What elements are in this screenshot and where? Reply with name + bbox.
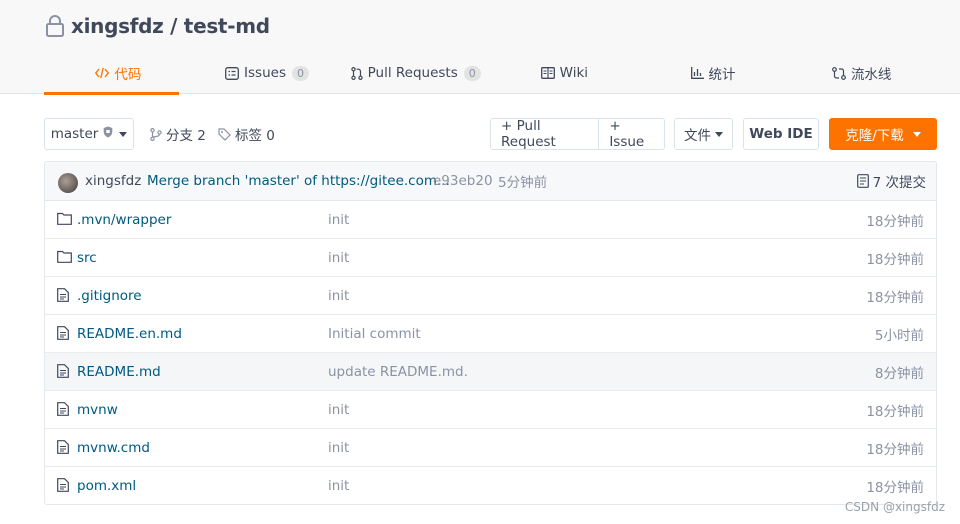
file-row: mvnw.cmd init 18分钟前 [45, 429, 936, 467]
branch-select[interactable]: master [44, 118, 134, 150]
file-commit-message[interactable]: init [328, 440, 349, 456]
file-icon [57, 440, 69, 454]
file-row: .gitignore init 18分钟前 [45, 277, 936, 315]
file-row: README.en.md Initial commit 5小时前 [45, 315, 936, 353]
commit-count-label: 7 次提交 [872, 175, 926, 191]
branch-name: master [50, 126, 99, 142]
issues-icon [225, 66, 239, 80]
issues-count-badge: 0 [291, 65, 309, 81]
file-name-link[interactable]: mvnw.cmd [77, 440, 150, 456]
file-menu-label: 文件 [684, 128, 711, 144]
code-icon [95, 67, 110, 79]
repo-name-link[interactable]: xingsfdz / test-md [71, 14, 270, 38]
tab-issues-label: Issues [244, 65, 286, 81]
file-time: 18分钟前 [866, 251, 924, 268]
file-row: pom.xml init 18分钟前 [45, 467, 936, 504]
file-icon [57, 288, 69, 302]
latest-commit-bar: xingsfdz Merge branch 'master' of https:… [45, 162, 936, 201]
chevron-down-icon [715, 131, 723, 137]
tab-pull-requests[interactable]: Pull Requests 0 [341, 52, 490, 94]
tab-issues[interactable]: Issues 0 [193, 52, 342, 94]
file-menu-button[interactable]: 文件 [674, 118, 733, 150]
branches-link[interactable]: 分支 2 [150, 118, 206, 150]
commit-message-link[interactable]: Merge branch 'master' of https://gitee.c… [147, 173, 450, 189]
lock-icon [44, 14, 66, 38]
pull-requests-count-badge: 0 [463, 65, 481, 81]
folder-icon [57, 250, 72, 263]
folder-icon [57, 212, 72, 225]
tab-code[interactable]: 代码 [44, 52, 193, 95]
file-commit-message[interactable]: Initial commit [328, 326, 421, 342]
file-name-link[interactable]: pom.xml [77, 478, 136, 494]
commit-sha-link[interactable]: e93eb20 [433, 173, 493, 189]
chevron-down-icon [119, 131, 128, 137]
watermark: CSDN @xingsfdz [844, 500, 945, 514]
new-issue-button[interactable]: + Issue [598, 118, 664, 150]
clone-download-label: 克隆/下载 [845, 128, 904, 144]
repo-header: xingsfdz / test-md 代码 Issues 0 Pull Requ… [0, 0, 960, 95]
file-commit-message[interactable]: init [328, 250, 349, 266]
file-time: 18分钟前 [866, 480, 924, 496]
repo-title: xingsfdz / test-md [44, 13, 270, 39]
avatar[interactable] [58, 173, 78, 193]
commit-list-icon [856, 174, 869, 188]
pull-request-icon [350, 66, 363, 80]
file-time: 18分钟前 [866, 289, 924, 306]
tab-pipeline-label: 流水线 [850, 67, 892, 83]
tab-stats-label: 统计 [708, 67, 736, 83]
tag-icon [218, 127, 231, 141]
branch-icon [150, 127, 162, 141]
tab-code-label: 代码 [114, 67, 142, 83]
file-table: xingsfdz Merge branch 'master' of https:… [44, 161, 937, 505]
commit-author-link[interactable]: xingsfdz [85, 173, 141, 189]
chevron-down-icon [912, 131, 921, 137]
tags-label: 标签 0 [235, 128, 275, 144]
repo-tabs: 代码 Issues 0 Pull Requests 0 Wiki 统计 流水线 [44, 52, 936, 95]
file-name-link[interactable]: mvnw [77, 402, 118, 418]
file-name-link[interactable]: .gitignore [77, 288, 142, 304]
file-time: 18分钟前 [866, 213, 924, 230]
repo-toolbar: master 分支 2 标签 0 + Pull Request + Issue … [44, 118, 937, 150]
file-name-link[interactable]: README.en.md [77, 326, 182, 342]
file-commit-message[interactable]: update README.md. [328, 364, 468, 380]
file-time: 5小时前 [874, 327, 924, 344]
file-row: mvnw init 18分钟前 [45, 391, 936, 429]
tab-stats[interactable]: 统计 [639, 52, 788, 94]
file-time: 18分钟前 [866, 403, 924, 420]
file-time: 8分钟前 [874, 365, 924, 382]
file-row: README.md update README.md. 8分钟前 [45, 353, 936, 391]
file-icon [57, 402, 69, 416]
file-commit-message[interactable]: init [328, 212, 349, 228]
tab-pull-requests-label: Pull Requests [367, 65, 458, 81]
file-commit-message[interactable]: init [328, 478, 349, 494]
clone-download-button[interactable]: 克隆/下载 [829, 118, 937, 150]
tags-link[interactable]: 标签 0 [218, 118, 275, 150]
file-icon [57, 478, 69, 492]
tab-wiki-label: Wiki [559, 65, 589, 81]
file-row: src init 18分钟前 [45, 239, 936, 277]
stats-icon [690, 67, 704, 79]
tab-wiki[interactable]: Wiki [490, 52, 639, 94]
shield-icon [103, 126, 113, 142]
branches-label: 分支 2 [166, 128, 206, 144]
file-commit-message[interactable]: init [328, 402, 349, 418]
file-row: .mvn/wrapper init 18分钟前 [45, 201, 936, 239]
web-ide-button[interactable]: Web IDE [743, 118, 819, 150]
wiki-icon [540, 67, 555, 79]
pipeline-icon [832, 66, 846, 80]
file-name-link[interactable]: README.md [77, 364, 161, 380]
tab-pipeline[interactable]: 流水线 [787, 52, 936, 94]
file-icon [57, 326, 69, 340]
file-commit-message[interactable]: init [328, 288, 349, 304]
commit-count-link[interactable]: 7 次提交 [856, 171, 926, 191]
file-name-link[interactable]: src [77, 250, 97, 266]
file-icon [57, 364, 69, 378]
file-time: 18分钟前 [866, 441, 924, 458]
create-button-group: + Pull Request + Issue [490, 118, 665, 150]
new-pull-request-button[interactable]: + Pull Request [491, 118, 598, 150]
commit-time: 5分钟前 [498, 175, 548, 191]
file-name-link[interactable]: .mvn/wrapper [77, 212, 171, 228]
